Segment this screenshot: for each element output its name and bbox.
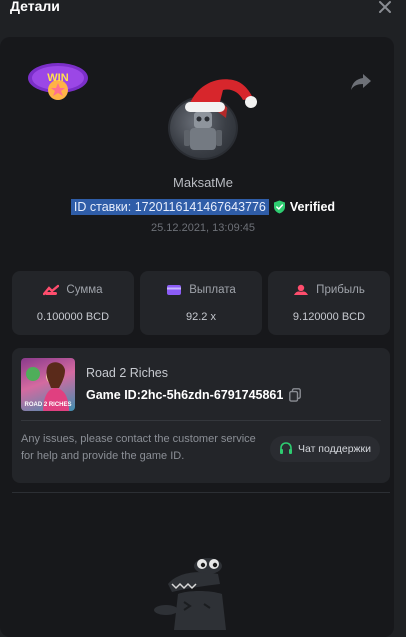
support-chat-label: Чат поддержки [297, 443, 372, 455]
profit-icon [294, 284, 309, 295]
win-badge-icon: WIN [28, 63, 88, 100]
bet-id: ID ставки: 1720116141467643776 [70, 199, 269, 215]
verified-shield-icon [273, 200, 285, 214]
bet-date: 25.12.2021, 13:09:45 [151, 222, 255, 234]
crocodile-mascot-icon [154, 558, 226, 630]
username: MaksatMe [173, 175, 233, 190]
game-card: ROAD 2 RICHES Road 2 Riches Game ID:2hc-… [12, 348, 390, 483]
stat-profit: Прибыль 9.120000 BCD [268, 271, 390, 335]
game-thumbnail-label: ROAD 2 RICHES [24, 402, 72, 408]
win-badge-text: WIN [47, 72, 68, 84]
stat-payout-label: Выплата [189, 284, 236, 296]
share-icon[interactable] [350, 73, 372, 91]
headset-icon [279, 442, 292, 454]
bet-id-row: ID ставки: 1720116141467643776 Verified [0, 198, 406, 216]
game-id-value: 2hc-5h6zdn-6791745861 [140, 388, 284, 402]
section-divider [12, 492, 390, 493]
verified-label: Verified [289, 200, 336, 214]
santa-hat-icon [185, 79, 257, 112]
wallet-icon [167, 285, 182, 295]
stat-amount-label: Сумма [66, 284, 103, 296]
stat-amount: Сумма 0.100000 BCD [12, 271, 134, 335]
stat-profit-label: Прибыль [316, 284, 365, 296]
divider [21, 420, 381, 421]
game-name[interactable]: Road 2 Riches [86, 366, 168, 380]
page-title: Детали [10, 0, 60, 14]
game-id-label: Game ID: [86, 388, 141, 402]
copy-icon[interactable] [289, 388, 302, 402]
stat-payout: Выплата 92.2 x [140, 271, 262, 335]
support-chat-button[interactable]: Чат поддержки [270, 436, 380, 462]
stat-amount-value: 0.100000 BCD [36, 311, 110, 323]
coins-icon [43, 284, 60, 296]
header: Детали [0, 0, 406, 20]
close-icon[interactable] [378, 0, 392, 14]
game-thumbnail[interactable]: ROAD 2 RICHES [21, 358, 75, 411]
stat-profit-value: 9.120000 BCD [292, 311, 366, 323]
stat-payout-value: 92.2 x [186, 311, 216, 323]
game-id-row: Game ID:2hc-5h6zdn-6791745861 [86, 386, 302, 404]
help-text: Any issues, please contact the customer … [21, 433, 256, 462]
